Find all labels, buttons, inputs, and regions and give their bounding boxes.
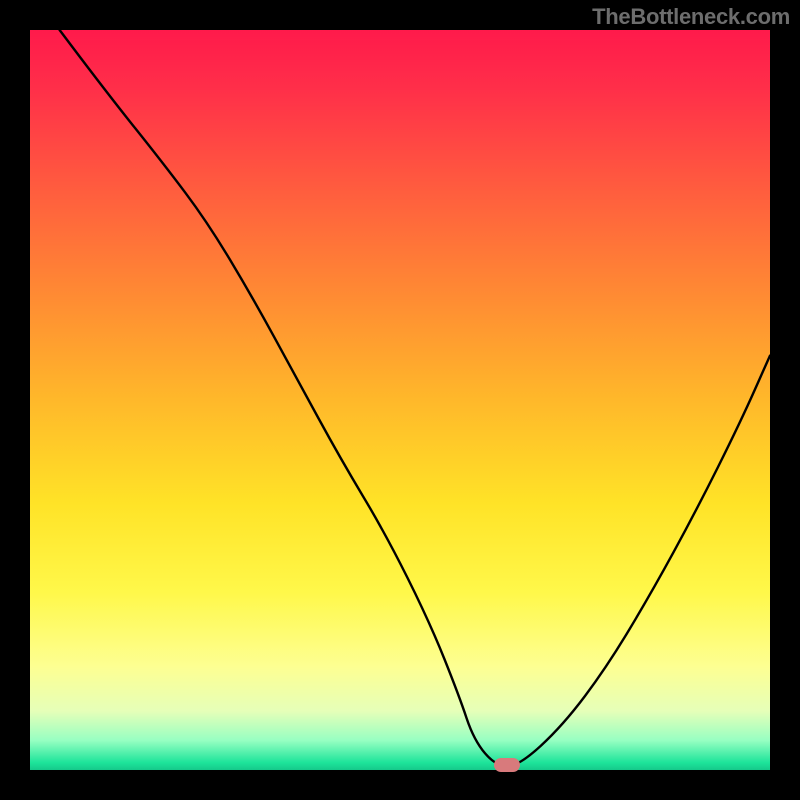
bottleneck-curve-line: [30, 30, 770, 770]
chart-plot-area: [30, 30, 770, 770]
optimal-point-marker: [494, 758, 520, 772]
watermark-label: TheBottleneck.com: [592, 4, 790, 30]
